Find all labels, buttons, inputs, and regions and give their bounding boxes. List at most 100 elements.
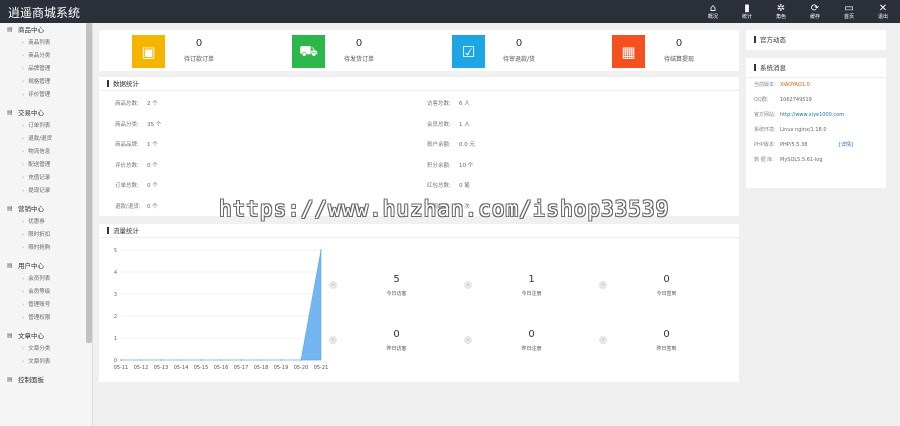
stat-label: 待订款订单 <box>183 56 214 63</box>
article-icon: ▤ <box>7 332 13 339</box>
grid-icon: ▤ <box>7 26 13 33</box>
sidebar-scrollbar[interactable] <box>86 23 92 343</box>
sidebar-section: ▤ 文章中心文章分类文章列表 <box>0 329 92 369</box>
minus-icon: – <box>599 281 607 289</box>
topnav-item-1[interactable]: ▮ 统计 <box>730 0 764 23</box>
topnav-item-2[interactable]: ✲ 角色 <box>764 0 798 23</box>
sidebar-item[interactable]: 规格管理 <box>0 76 92 89</box>
sidebar-item[interactable]: 优惠券 <box>0 216 92 229</box>
system-row: 系统环境: Linux nginx/1.18.0 <box>746 123 886 138</box>
sidebar-item[interactable]: 文章列表 <box>0 356 92 369</box>
sidebar-section-header[interactable]: ▤ 营销中心 <box>0 202 92 216</box>
data-point <box>160 359 162 361</box>
traffic-label: 昨日注册 <box>521 346 542 352</box>
bar-chart-icon: ▮ <box>744 2 750 14</box>
stat-card[interactable]: ▣ 0 待订款订单 <box>99 30 259 68</box>
system-row-value: MySQL5.5.61-log <box>780 157 823 163</box>
topnav-label: 角色 <box>775 13 786 20</box>
details-link[interactable]: [详情] <box>839 138 853 153</box>
system-row: 数 据 库: MySQL5.5.61-log <box>746 153 886 168</box>
system-row-label: 当前版本: <box>754 82 776 88</box>
minus-icon: – <box>599 336 607 344</box>
sidebar-item[interactable]: 管理账号 <box>0 299 92 312</box>
sidebar-item[interactable]: 会员等级 <box>0 286 92 299</box>
stat-label: 待审退款/货 <box>502 56 536 63</box>
system-row-label: QQ群: <box>754 97 769 103</box>
news-panel: 官方动态 <box>746 30 886 50</box>
stat-row: 访客总数: 6 人 <box>427 94 687 114</box>
file-icon: ▤ <box>7 109 13 116</box>
topnav-item-5[interactable]: ✕ 退出 <box>866 0 900 23</box>
system-row-value[interactable]: http://www.xiye1000.com <box>780 108 844 123</box>
sidebar-item[interactable]: 退款/退货 <box>0 133 92 146</box>
sidebar-item[interactable]: 管理权限 <box>0 312 92 325</box>
sidebar-section-header[interactable]: ▤ 用户中心 <box>0 259 92 273</box>
sidebar-section-title: 用户中心 <box>18 262 44 270</box>
topnav-item-0[interactable]: ⌂ 概况 <box>696 0 730 23</box>
minus-icon: – <box>464 281 472 289</box>
y-tick-label: 4 <box>114 270 117 276</box>
data-point <box>220 359 222 361</box>
watermark: https://www.huzhan.com/ishop33539 <box>219 197 670 221</box>
calendar-check-icon: ☑ <box>452 35 485 68</box>
sidebar-section-header[interactable]: ▤ 商品中心 <box>0 23 92 37</box>
stat-card[interactable]: ⛟ 0 待发货订单 <box>259 30 419 68</box>
data-point <box>140 359 142 361</box>
sidebar-item[interactable]: 充值记录 <box>0 172 92 185</box>
system-row-value: PHP/5.5.38 <box>780 142 808 148</box>
stat-row-label: 访客总数: <box>427 101 451 107</box>
x-tick-label: 05-14 <box>174 365 189 371</box>
topnav-label: 首页 <box>843 13 854 20</box>
sidebar-item[interactable]: 商品分类 <box>0 50 92 63</box>
x-tick-label: 05-20 <box>294 365 309 371</box>
sidebar-item[interactable]: 商品列表 <box>0 37 92 50</box>
stat-row-label: 商品分类: <box>115 121 139 128</box>
topnav-label: 缓存 <box>809 13 820 20</box>
sidebar-section-header[interactable]: ▤ 交易中心 <box>0 106 92 120</box>
stat-row: 商品品牌: 1 个 <box>115 135 375 155</box>
sidebar-item[interactable]: 限时折扣 <box>0 229 92 242</box>
sidebar-section-header[interactable]: ▤ 文章中心 <box>0 329 92 343</box>
sidebar-item[interactable]: 物流信息 <box>0 146 92 159</box>
system-row: PHP版本: PHP/5.5.38 [详情] <box>746 138 886 153</box>
data-point <box>200 359 202 361</box>
stat-row: 订单总数: 0 个 <box>115 176 375 196</box>
data-point <box>280 359 282 361</box>
stat-row-value: 10 个 <box>459 162 474 169</box>
x-tick-label: 05-21 <box>314 365 329 371</box>
truck-icon: ⛟ <box>292 35 325 68</box>
sidebar-item[interactable]: 文章分类 <box>0 343 92 356</box>
settings-icon: ▤ <box>7 376 13 383</box>
traffic-stat: – 0 昨日访客 <box>329 329 464 369</box>
stat-row-value: 0.0 元 <box>459 142 475 148</box>
stat-value: 0 <box>515 38 523 49</box>
traffic-stat: – 1 今日注册 <box>464 274 599 314</box>
system-row-value: Linux nginx/1.18.0 <box>780 127 827 133</box>
minus-icon: – <box>329 336 337 344</box>
traffic-label: 昨日访客 <box>386 346 407 352</box>
sidebar-section-header[interactable]: ▤ 控制面板 <box>0 373 92 387</box>
traffic-stat: – 0 今日签到 <box>599 274 734 314</box>
stat-row-value: 0 个 <box>147 203 158 210</box>
stat-row-value: 0 笔 <box>459 183 470 189</box>
stat-row-value: 6 人 <box>459 101 470 107</box>
topnav-label: 统计 <box>741 13 752 20</box>
sidebar-section: ▤ 交易中心订单列表退款/退货物流信息配送管理充值记录提现记录 <box>0 106 92 198</box>
traffic-stat: – 5 今日访客 <box>329 274 464 314</box>
stat-card[interactable]: ☑ 0 待审退款/货 <box>419 30 579 68</box>
sidebar-item[interactable]: 提现记录 <box>0 185 92 198</box>
sidebar-section-title: 营销中心 <box>18 205 44 213</box>
topnav-item-3[interactable]: ⟳ 缓存 <box>798 0 832 23</box>
minus-icon: – <box>464 336 472 344</box>
sidebar-item[interactable]: 品牌管理 <box>0 63 92 76</box>
x-tick-label: 05-15 <box>194 365 209 371</box>
topnav-item-4[interactable]: ▭ 首页 <box>832 0 866 23</box>
sidebar-item[interactable]: 会员列表 <box>0 273 92 286</box>
traffic-value: 5 <box>393 274 400 285</box>
sidebar-item[interactable]: 评价管理 <box>0 89 92 102</box>
sidebar-item[interactable]: 订单列表 <box>0 120 92 133</box>
sidebar-item[interactable]: 限时抢购 <box>0 242 92 255</box>
stat-card[interactable]: ▦ 0 待结算提现 <box>579 30 739 68</box>
y-tick-label: 3 <box>114 292 117 298</box>
sidebar-item[interactable]: 配送管理 <box>0 159 92 172</box>
